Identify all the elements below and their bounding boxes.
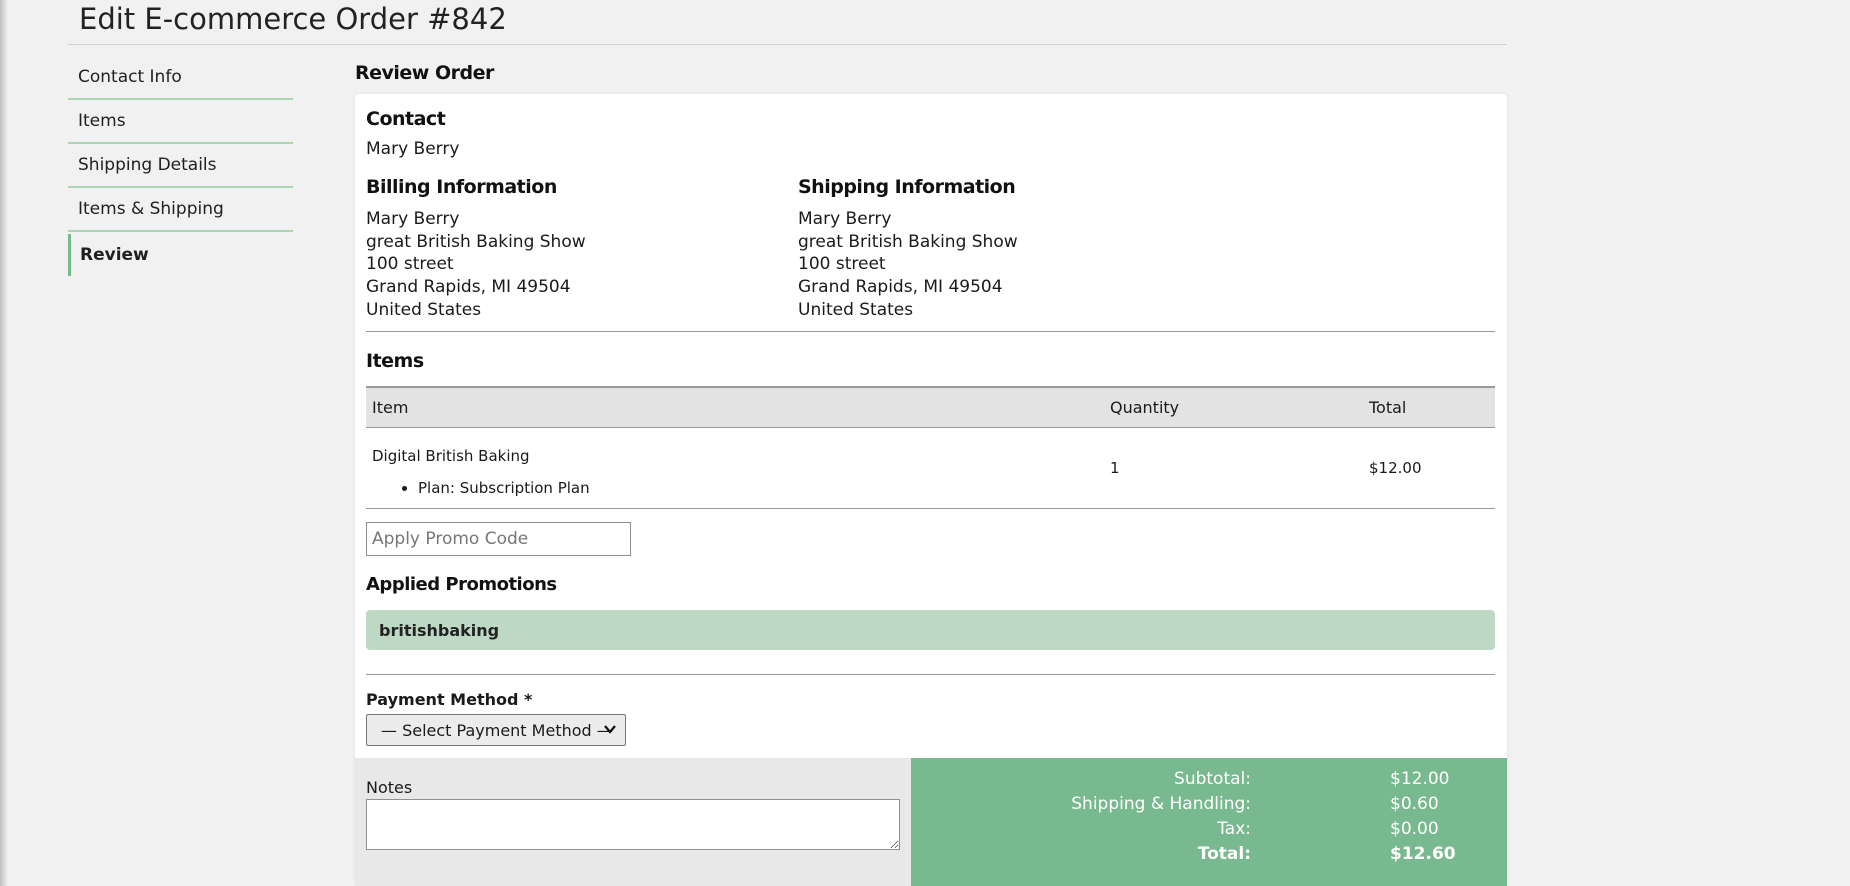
section-title: Review Order xyxy=(355,62,494,84)
notes-panel: Notes xyxy=(355,758,911,886)
shipping-value: $0.60 xyxy=(1390,794,1439,814)
subtotal-label: Subtotal: xyxy=(1174,769,1251,789)
sidebar-item-label: Review xyxy=(80,245,149,265)
item-cell: Digital British Baking Plan: Subscriptio… xyxy=(366,427,1104,509)
tax-label: Tax: xyxy=(1217,819,1251,839)
notes-textarea[interactable] xyxy=(366,799,900,850)
billing-line: 100 street xyxy=(366,254,454,275)
sidebar-item-label: Contact Info xyxy=(78,67,182,87)
shipping-line: Grand Rapids, MI 49504 xyxy=(798,277,1003,298)
items-heading: Items xyxy=(366,350,424,372)
total-cell: $12.00 xyxy=(1369,459,1422,478)
shipping-line: great British Baking Show xyxy=(798,231,1018,252)
divider xyxy=(366,508,1495,509)
quantity-cell: 1 xyxy=(1110,459,1120,478)
sidebar-item-label: Items & Shipping xyxy=(78,199,224,219)
item-name: Digital British Baking xyxy=(372,447,530,466)
sidebar-item-label: Shipping Details xyxy=(78,155,217,175)
sidebar-item-shipping-details[interactable]: Shipping Details xyxy=(68,144,293,188)
window-edge xyxy=(0,0,8,886)
column-header-item: Item xyxy=(366,386,1104,428)
divider xyxy=(366,674,1495,675)
applied-promotions-heading: Applied Promotions xyxy=(366,574,557,595)
sidebar: Contact Info Items Shipping Details Item… xyxy=(68,56,293,276)
notes-label: Notes xyxy=(366,778,413,797)
sidebar-item-label: Items xyxy=(78,111,126,131)
shipping-label: Shipping & Handling: xyxy=(1071,794,1251,814)
applied-promo-badge: britishbaking xyxy=(366,610,1495,650)
column-header-quantity: Quantity xyxy=(1104,386,1363,428)
subtotal-row: Subtotal: $12.00 xyxy=(911,769,1507,795)
item-detail: Plan: Subscription Plan xyxy=(418,479,1104,497)
shipping-line: Mary Berry xyxy=(798,209,892,229)
contact-name: Mary Berry xyxy=(366,139,460,159)
promo-code-input[interactable] xyxy=(366,522,631,556)
billing-line: United States xyxy=(366,299,482,320)
subtotal-value: $12.00 xyxy=(1390,769,1450,789)
sidebar-item-review[interactable]: Review xyxy=(68,234,293,276)
payment-method-value: — Select Payment Method — xyxy=(381,720,613,740)
sidebar-item-items-shipping[interactable]: Items & Shipping xyxy=(68,188,293,232)
contact-heading: Contact xyxy=(366,108,446,130)
tax-row: Tax: $0.00 xyxy=(911,819,1507,845)
sidebar-item-items[interactable]: Items xyxy=(68,100,293,144)
table-row: Digital British Baking Plan: Subscriptio… xyxy=(366,427,1495,509)
total-row: Total: $12.60 xyxy=(911,844,1507,870)
billing-line: great British Baking Show xyxy=(366,231,586,252)
tax-value: $0.00 xyxy=(1390,819,1439,839)
sidebar-item-contact-info[interactable]: Contact Info xyxy=(68,56,293,100)
billing-line: Mary Berry xyxy=(366,209,460,229)
total-label: Total: xyxy=(1197,844,1251,864)
total-value: $12.60 xyxy=(1390,844,1456,864)
divider xyxy=(366,331,1495,332)
column-header-total: Total xyxy=(1363,386,1495,428)
billing-line: Grand Rapids, MI 49504 xyxy=(366,277,571,298)
shipping-line: United States xyxy=(798,299,914,320)
items-table: Item Quantity Total Digital British Baki… xyxy=(366,386,1495,509)
billing-heading: Billing Information xyxy=(366,176,557,198)
chevron-down-icon xyxy=(603,722,617,740)
billing-block: Billing Information Mary Berry great Bri… xyxy=(366,176,586,322)
shipping-row: Shipping & Handling: $0.60 xyxy=(911,794,1507,820)
payment-method-select[interactable]: — Select Payment Method — xyxy=(366,714,626,746)
totals-panel: Subtotal: $12.00 Shipping & Handling: $0… xyxy=(911,758,1507,886)
review-card: Contact Mary Berry Billing Information M… xyxy=(355,94,1507,886)
table-header-row: Item Quantity Total xyxy=(366,386,1495,428)
shipping-line: 100 street xyxy=(798,254,886,275)
shipping-block: Shipping Information Mary Berry great Br… xyxy=(798,176,1018,322)
page-title: Edit E-commerce Order #842 xyxy=(79,2,507,36)
shipping-heading: Shipping Information xyxy=(798,176,1016,198)
payment-method-label: Payment Method * xyxy=(366,690,533,709)
title-divider xyxy=(68,44,1507,45)
